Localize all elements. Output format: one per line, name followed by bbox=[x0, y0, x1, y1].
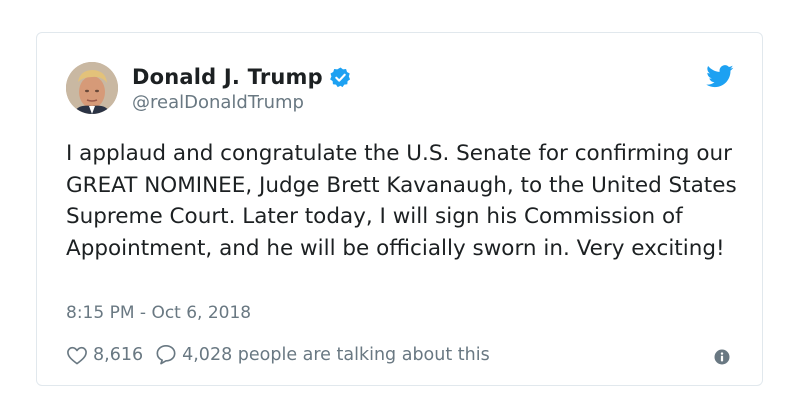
twitter-bird-icon[interactable] bbox=[706, 65, 734, 88]
heart-icon[interactable] bbox=[66, 345, 88, 365]
tweet-text: I applaud and congratulate the U.S. Sena… bbox=[66, 141, 737, 261]
avatar[interactable] bbox=[66, 62, 118, 114]
conversation-count[interactable]: 4,028 people are talking about this bbox=[182, 345, 490, 365]
verified-badge-icon bbox=[329, 66, 352, 89]
like-count[interactable]: 8,616 bbox=[93, 345, 143, 365]
author-handle[interactable]: @realDonaldTrump bbox=[132, 92, 304, 113]
info-icon[interactable] bbox=[714, 349, 730, 365]
speech-bubble-icon[interactable] bbox=[155, 344, 177, 365]
tweet-timestamp[interactable]: 8:15 PM - Oct 6, 2018 bbox=[66, 303, 251, 323]
tweet-card[interactable]: Donald J. Trump @realDonaldTrump I appla… bbox=[36, 32, 763, 386]
author-name[interactable]: Donald J. Trump bbox=[132, 65, 323, 89]
